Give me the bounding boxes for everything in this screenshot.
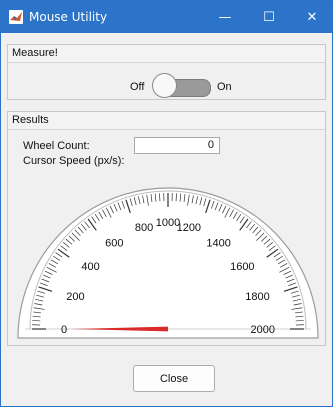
- mouse-utility-window: Mouse Utility — ☐ ✕ Measure! Off On Resu…: [0, 0, 333, 407]
- toggle-on-label: On: [217, 81, 232, 93]
- toggle-knob[interactable]: [152, 73, 177, 98]
- gauge-tick-label: 1600: [230, 261, 254, 273]
- gauge-tick-label: 400: [81, 261, 99, 273]
- title-bar: Mouse Utility — ☐ ✕: [1, 1, 332, 33]
- results-panel: Results Wheel Count: 0 Cursor Speed (px/…: [7, 111, 326, 346]
- close-window-button[interactable]: ✕: [290, 1, 333, 33]
- cursor-speed-label: Cursor Speed (px/s):: [23, 155, 125, 167]
- gauge-tick-label: 2000: [251, 324, 275, 336]
- results-panel-title: Results: [8, 112, 325, 130]
- gauge-tick-label: 800: [135, 222, 153, 234]
- measure-panel-title: Measure!: [8, 45, 325, 63]
- gauge-tick-label: 600: [105, 237, 123, 249]
- gauge-tick-label: 1800: [245, 291, 269, 303]
- window-title: Mouse Utility: [29, 10, 108, 24]
- maximize-button[interactable]: ☐: [247, 1, 291, 33]
- minimize-button[interactable]: —: [203, 1, 247, 33]
- gauge-tick-label: 1400: [206, 237, 230, 249]
- measure-panel: Measure! Off On: [7, 44, 326, 100]
- close-button[interactable]: Close: [133, 365, 215, 392]
- gauge-face: [17, 187, 319, 339]
- toggle-off-label: Off: [130, 81, 145, 93]
- speed-gauge: 0200400600800 100012001400160018002000: [17, 187, 319, 339]
- gauge-tick-label: 200: [66, 291, 84, 303]
- wheel-count-label: Wheel Count:: [23, 140, 90, 152]
- wheel-count-field[interactable]: 0: [134, 137, 220, 154]
- matlab-icon: [9, 10, 23, 24]
- gauge-tick-label: 1200: [177, 222, 201, 234]
- gauge-tick-label: 0: [61, 324, 67, 336]
